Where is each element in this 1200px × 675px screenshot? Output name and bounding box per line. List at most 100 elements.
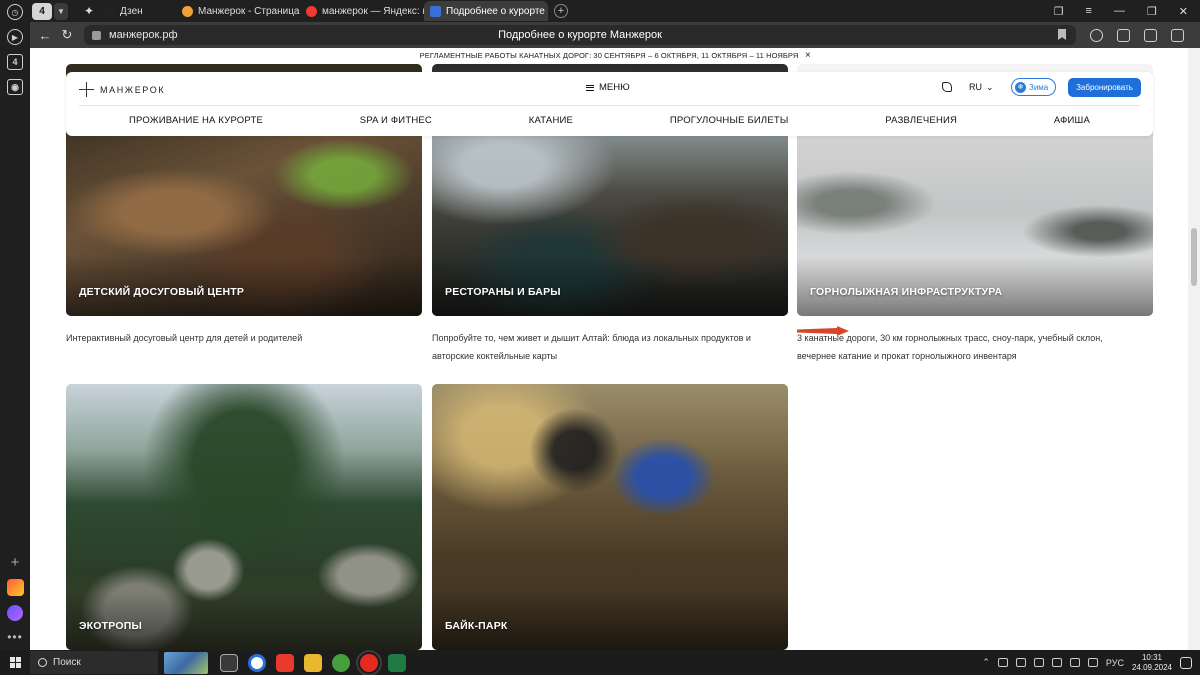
site-header: МАНЖЕРОК МЕНЮ RU ⌄ ❄ Зима Забронировать … [66,72,1153,136]
tab-label: Подробнее о курорте М [446,5,548,17]
card-restaurants[interactable]: РЕСТОРАНЫ И БАРЫ [432,128,788,316]
book-button[interactable]: Забронировать [1068,78,1141,97]
description-line: авторские коктейльные карты [432,351,558,361]
dzen-favicon-icon [104,5,115,17]
clock-time: 10:31 [1141,652,1162,662]
tabs-counter-icon[interactable]: 4 [7,54,23,70]
collections-icon[interactable]: ❐ [1054,5,1064,18]
clock-date: 24.09.2024 [1131,662,1172,672]
network-icon[interactable] [1069,658,1080,667]
hamburger-icon [586,84,594,91]
scrollbar-thumb[interactable] [1191,228,1197,286]
app-c-icon[interactable] [248,653,266,672]
card-eco-trails[interactable]: ЭКОТРОПЫ [66,384,422,650]
card-title: ДЕТСКИЙ ДОСУГОВЫЙ ЦЕНТР [79,286,245,298]
tab-manzherok-active[interactable]: Подробнее о курорте М ✕ [424,1,548,21]
description-line: Попробуйте то, чем живет и дышит Алтай: … [432,333,751,343]
shield-icon[interactable] [1144,28,1157,42]
page-scrollbar[interactable] [1188,48,1200,650]
nav-item-accommodation[interactable]: ПРОЖИВАНИЕ НА КУРОРТЕ [129,115,263,126]
site-logo[interactable]: МАНЖЕРОК [79,82,165,97]
excel-icon[interactable] [388,653,406,672]
clock[interactable]: 10:31 24.09.2024 [1132,653,1172,673]
pin-icon[interactable]: ✦ [84,4,98,18]
app-green-icon[interactable] [332,653,350,672]
card-description: 3 канатные дороги, 30 км горнолыжных тра… [797,329,1157,365]
extensions-icon[interactable] [1117,28,1130,42]
input-language[interactable]: РУС [1106,658,1124,668]
taskbar-search[interactable]: Поиск [30,651,158,674]
tab-dzen[interactable]: Дзен [98,1,176,21]
nav-item-skiing[interactable]: КАТАНИЕ [529,115,573,126]
reload-icon[interactable]: ↻ [56,27,78,43]
play-icon[interactable]: ▶ [7,29,23,45]
history-icon[interactable]: ◷ [7,4,23,20]
notifications-icon[interactable] [1180,656,1192,669]
yandex-browser-icon[interactable] [356,649,382,675]
nav-item-events[interactable]: АФИША [1054,115,1090,126]
taskbar: Поиск ⌃ РУС 10:31 24.09.2024 [0,649,1200,675]
tab-label: Дзен [120,5,143,17]
season-toggle[interactable]: ❄ Зима [1011,78,1056,96]
header-divider [79,105,1140,106]
bookmark-icon[interactable] [1058,29,1066,40]
description-line: вечернее катание и прокат горнолыжного и… [797,351,1017,361]
search-highlight-image[interactable] [164,651,208,674]
tab-yandex-search[interactable]: манжерок — Яндекс: нашл [300,1,424,21]
window-controls: ❐ ≡ — ❐ ✕ [1054,5,1200,18]
card-kids-center[interactable]: ДЕТСКИЙ ДОСУГОВЫЙ ЦЕНТР [66,128,422,316]
forum-favicon-icon [182,5,193,17]
start-button[interactable] [0,657,30,668]
tab-count-button[interactable]: 4 [32,2,52,20]
close-window-icon[interactable]: ✕ [1179,5,1188,18]
card-bike-park[interactable]: БАЙК-ПАРК [432,384,788,650]
site-favicon-icon [430,5,441,17]
search-label: Поиск [53,657,81,668]
nav-item-entertainment[interactable]: РАЗВЛЕЧЕНИЯ [885,115,957,126]
new-tab-button[interactable]: + [554,4,568,18]
language-selector[interactable]: RU ⌄ [969,82,994,93]
menu-icon[interactable]: ≡ [1085,5,1091,17]
task-view-icon[interactable] [220,653,238,672]
language-label: RU [969,82,982,92]
back-icon[interactable]: ← [34,28,56,43]
red-arrow-annotation [797,326,849,336]
tab-label: манжерок — Яндекс: нашл [322,5,424,17]
tray-app-icon[interactable] [1015,658,1026,667]
card-ski-infrastructure[interactable]: ГОРНОЛЫЖНАЯ ИНФРАСТРУКТУРА [797,128,1153,316]
card-title: РЕСТОРАНЫ И БАРЫ [445,286,561,298]
menu-button[interactable]: МЕНЮ [586,82,630,93]
restore-icon[interactable]: ❐ [1147,5,1157,18]
card-description: Интерактивный досуговый центр для детей … [66,329,422,347]
taskbar-apps [220,649,406,675]
weather-icon[interactable] [1090,28,1103,42]
nav-item-tickets[interactable]: ПРОГУЛОЧНЫЕ БИЛЕТЫ [670,115,789,126]
yandex-market-icon[interactable] [6,579,24,596]
tray-app-icon[interactable] [1033,658,1044,667]
battery-icon[interactable] [1051,658,1062,667]
minimize-icon[interactable]: — [1114,5,1125,17]
extensions-bar [1090,28,1184,42]
add-icon[interactable]: + [11,555,20,570]
alice-icon[interactable] [7,605,23,621]
download-icon[interactable] [1171,28,1184,42]
more-icon[interactable]: ••• [7,630,23,644]
file-explorer-icon[interactable] [304,653,322,672]
menu-label: МЕНЮ [599,82,630,93]
chevron-down-icon[interactable]: ▼ [54,2,68,20]
page-viewport: РЕГЛАМЕНТНЫЕ РАБОТЫ КАНАТНЫХ ДОРОГ: 30 С… [30,48,1188,650]
chevron-up-icon[interactable]: ⌃ [982,657,990,668]
tray-app-icon[interactable] [997,658,1008,667]
card-title: БАЙК-ПАРК [445,620,508,632]
nav-item-spa[interactable]: SPA И ФИТНЕС [360,115,432,126]
tab-manzherok-forum[interactable]: Манжерок - Страница 48 [176,1,300,21]
description-line: 3 канатные дороги, 30 км горнолыжных тра… [797,333,1103,343]
yandex-favicon-icon [306,5,317,17]
screenshot-icon[interactable]: ◉ [7,79,23,95]
volume-icon[interactable] [1087,658,1098,667]
logo-text: МАНЖЕРОК [100,84,166,95]
yandex-icon[interactable] [276,653,294,672]
phone-icon[interactable] [942,82,952,92]
url-field[interactable]: манжерок.рф Подробнее о курорте Манжерок [84,25,1076,45]
close-announcement-button[interactable]: × [805,48,811,64]
